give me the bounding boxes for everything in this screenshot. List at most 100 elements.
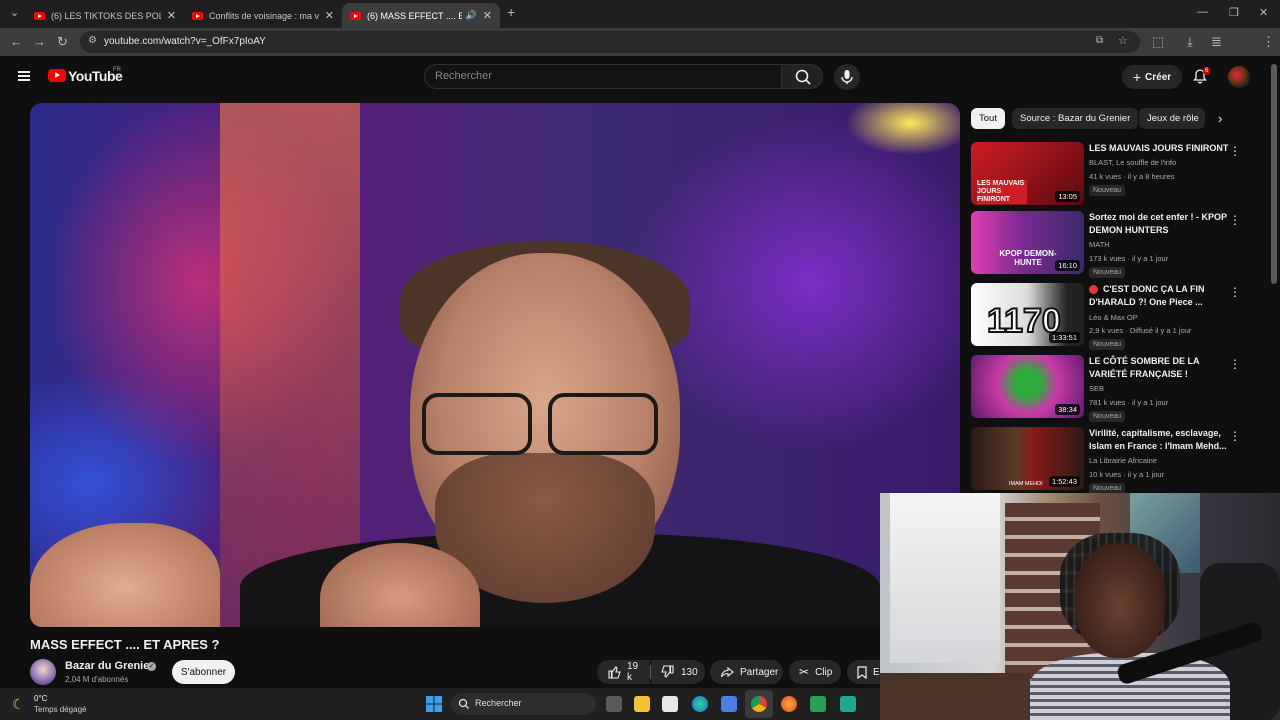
site-info-icon[interactable]: ⚙ xyxy=(88,35,97,46)
audio-playing-icon[interactable]: 🔊 xyxy=(466,10,477,21)
clip-button[interactable]: ✂ Clip xyxy=(789,660,841,684)
voice-search-button[interactable] xyxy=(834,64,860,90)
chip-role-playing[interactable]: Jeux de rôle xyxy=(1139,108,1205,129)
install-app-icon[interactable]: ⧉ xyxy=(1096,35,1103,46)
recommendation-item[interactable]: IMAM MEHDI 1:52:43 Virilité, capitalisme… xyxy=(971,427,1261,494)
share-icon xyxy=(720,666,734,678)
create-button[interactable]: + Créer xyxy=(1122,65,1182,89)
chevron-right-icon[interactable]: › xyxy=(1218,111,1222,126)
more-options-icon[interactable]: ⋮ xyxy=(1229,213,1241,227)
moon-weather-icon[interactable]: ☾ xyxy=(12,696,25,713)
channel-name[interactable]: MATH xyxy=(1089,240,1110,249)
reload-icon[interactable]: ↻ xyxy=(57,34,68,50)
more-options-icon[interactable]: ⋮ xyxy=(1229,429,1241,443)
more-options-icon[interactable]: ⋮ xyxy=(1229,357,1241,371)
search-input[interactable] xyxy=(435,70,765,82)
video-title[interactable]: Sortez moi de cet enfer ! - KPOP DEMON H… xyxy=(1089,211,1229,237)
video-thumbnail[interactable]: 1170 1:33:51 xyxy=(971,283,1084,346)
taskbar-app-icon[interactable] xyxy=(840,696,856,712)
back-icon[interactable]: ← xyxy=(10,34,23,50)
video-meta: 10 k vues · il y a 1 jour xyxy=(1089,470,1165,479)
search-button[interactable] xyxy=(781,64,823,89)
dislike-button[interactable]: 130 xyxy=(651,660,705,684)
windows-start-icon[interactable] xyxy=(426,696,442,712)
channel-name[interactable]: La Librairie Africaine xyxy=(1089,456,1157,465)
recommendation-item[interactable]: LES MAUVAIS JOURS FINIRONT 13:05 LES MAU… xyxy=(971,142,1261,208)
tab-title: Conflits de voisinage : ma vie e xyxy=(209,10,319,21)
new-tab-icon[interactable]: + xyxy=(507,4,515,20)
thumbnail-text: LES MAUVAIS JOURS FINIRONT xyxy=(977,180,1027,204)
chrome-browser-icon[interactable] xyxy=(751,696,767,712)
weather-description[interactable]: Temps dégagé xyxy=(34,705,86,714)
more-options-icon[interactable]: ⋮ xyxy=(1229,285,1241,299)
browser-menu-icon[interactable]: ⋮ xyxy=(1262,34,1275,50)
recommendation-item[interactable]: KPOP DEMON-HUNTE 16:10 Sortez moi de cet… xyxy=(971,211,1261,278)
youtube-favicon-icon xyxy=(350,11,361,20)
close-icon[interactable]: ✕ xyxy=(325,9,334,22)
recommendation-item[interactable]: 38:34 LE CÔTÉ SOMBRE DE LA VARIÉTÉ FRANÇ… xyxy=(971,355,1261,422)
microphone-icon xyxy=(841,70,853,84)
channel-name[interactable]: BLAST, Le souffle de l'info xyxy=(1089,158,1176,167)
task-view-icon[interactable] xyxy=(606,696,622,712)
user-avatar[interactable] xyxy=(1228,66,1250,88)
search-icon xyxy=(458,698,469,709)
tab-search-chevron-icon[interactable]: ⌄ xyxy=(10,6,19,19)
browser-tab-3-active[interactable]: (6) MASS EFFECT .... ET APR 🔊 ✕ xyxy=(342,3,500,28)
like-button[interactable]: 19 k xyxy=(597,660,650,684)
video-title[interactable]: LES MAUVAIS JOURS FINIRONT xyxy=(1089,142,1229,155)
download-icon[interactable]: ⤓ xyxy=(1187,34,1193,50)
address-bar[interactable]: ⚙ youtube.com/watch?v=_OfFx7pIoAY ⧉ ☆ xyxy=(80,31,1140,53)
channel-name[interactable]: Léo & Max OP xyxy=(1089,313,1138,322)
save-button[interactable]: E xyxy=(847,660,880,684)
page-scrollbar[interactable] xyxy=(1271,64,1277,284)
window-close-icon[interactable]: ✕ xyxy=(1259,6,1268,19)
browser-tab-2[interactable]: Conflits de voisinage : ma vie e ✕ xyxy=(184,3,342,28)
recommendation-item[interactable]: 1170 1:33:51 C'EST DONC ÇA LA FIN D'HARA… xyxy=(971,283,1261,350)
notepad-icon[interactable] xyxy=(662,696,678,712)
video-title[interactable]: Virilité, capitalisme, esclavage, Islam … xyxy=(1089,427,1229,453)
webcam-person-face xyxy=(1075,543,1165,658)
subscribe-button[interactable]: S'abonner xyxy=(172,660,235,684)
menu-icon[interactable] xyxy=(18,71,30,81)
video-title[interactable]: LE CÔTÉ SOMBRE DE LA VARIÉTÉ FRANÇAISE ! xyxy=(1089,355,1229,381)
youtube-logo-icon[interactable] xyxy=(48,69,66,82)
maximize-icon[interactable]: ❐ xyxy=(1229,6,1239,19)
share-button[interactable]: Partager xyxy=(710,660,783,684)
close-icon[interactable]: ✕ xyxy=(167,9,176,22)
webcam-window-background xyxy=(890,493,1000,663)
search-box[interactable] xyxy=(424,64,782,89)
edge-browser-icon[interactable] xyxy=(692,696,708,712)
video-meta: 2,9 k vues · Diffusé il y a 1 jour xyxy=(1089,326,1192,335)
chip-all[interactable]: Tout xyxy=(971,108,1005,129)
extensions-icon[interactable]: ⬚ xyxy=(1152,34,1164,50)
close-icon[interactable]: ✕ xyxy=(483,9,492,22)
channel-name[interactable]: SEB xyxy=(1089,384,1104,393)
taskbar-search-box[interactable]: Rechercher xyxy=(451,693,596,715)
bookmark-star-icon[interactable]: ☆ xyxy=(1118,34,1128,47)
video-thumbnail[interactable]: 38:34 xyxy=(971,355,1084,418)
weather-temperature[interactable]: 0°C xyxy=(34,694,47,703)
firefox-browser-icon[interactable] xyxy=(781,696,797,712)
notification-count-badge: 6 xyxy=(1203,67,1211,75)
url-text[interactable]: youtube.com/watch?v=_OfFx7pIoAY xyxy=(104,36,266,47)
bookmark-icon xyxy=(857,665,867,679)
video-title[interactable]: C'EST DONC ÇA LA FIN D'HARALD ?! One Pie… xyxy=(1089,283,1229,309)
microsoft-store-icon[interactable] xyxy=(721,696,737,712)
video-thumbnail[interactable]: KPOP DEMON-HUNTE 16:10 xyxy=(971,211,1084,274)
minimize-icon[interactable]: — xyxy=(1197,6,1208,18)
more-options-icon[interactable]: ⋮ xyxy=(1229,144,1241,158)
browser-tab-1[interactable]: (6) LES TIKTOKS DES POLITIQUE ✕ xyxy=(26,3,184,28)
file-explorer-icon[interactable] xyxy=(634,696,650,712)
media-control-icon[interactable]: ≣ xyxy=(1211,34,1222,50)
channel-name[interactable]: Bazar du Grenier xyxy=(65,660,154,672)
video-thumbnail[interactable]: IMAM MEHDI 1:52:43 xyxy=(971,427,1084,490)
video-thumbnail[interactable]: LES MAUVAIS JOURS FINIRONT 13:05 xyxy=(971,142,1084,205)
video-title: MASS EFFECT .... ET APRES ? xyxy=(30,637,220,652)
chip-source[interactable]: Source : Bazar du Grenier xyxy=(1012,108,1139,129)
xbox-app-icon[interactable] xyxy=(810,696,826,712)
windows-taskbar: ☾ 0°C Temps dégagé Rechercher xyxy=(0,688,880,720)
channel-avatar[interactable] xyxy=(30,659,56,685)
country-code: FR xyxy=(113,67,121,73)
forward-icon[interactable]: → xyxy=(33,34,46,50)
video-player[interactable] xyxy=(30,103,960,627)
